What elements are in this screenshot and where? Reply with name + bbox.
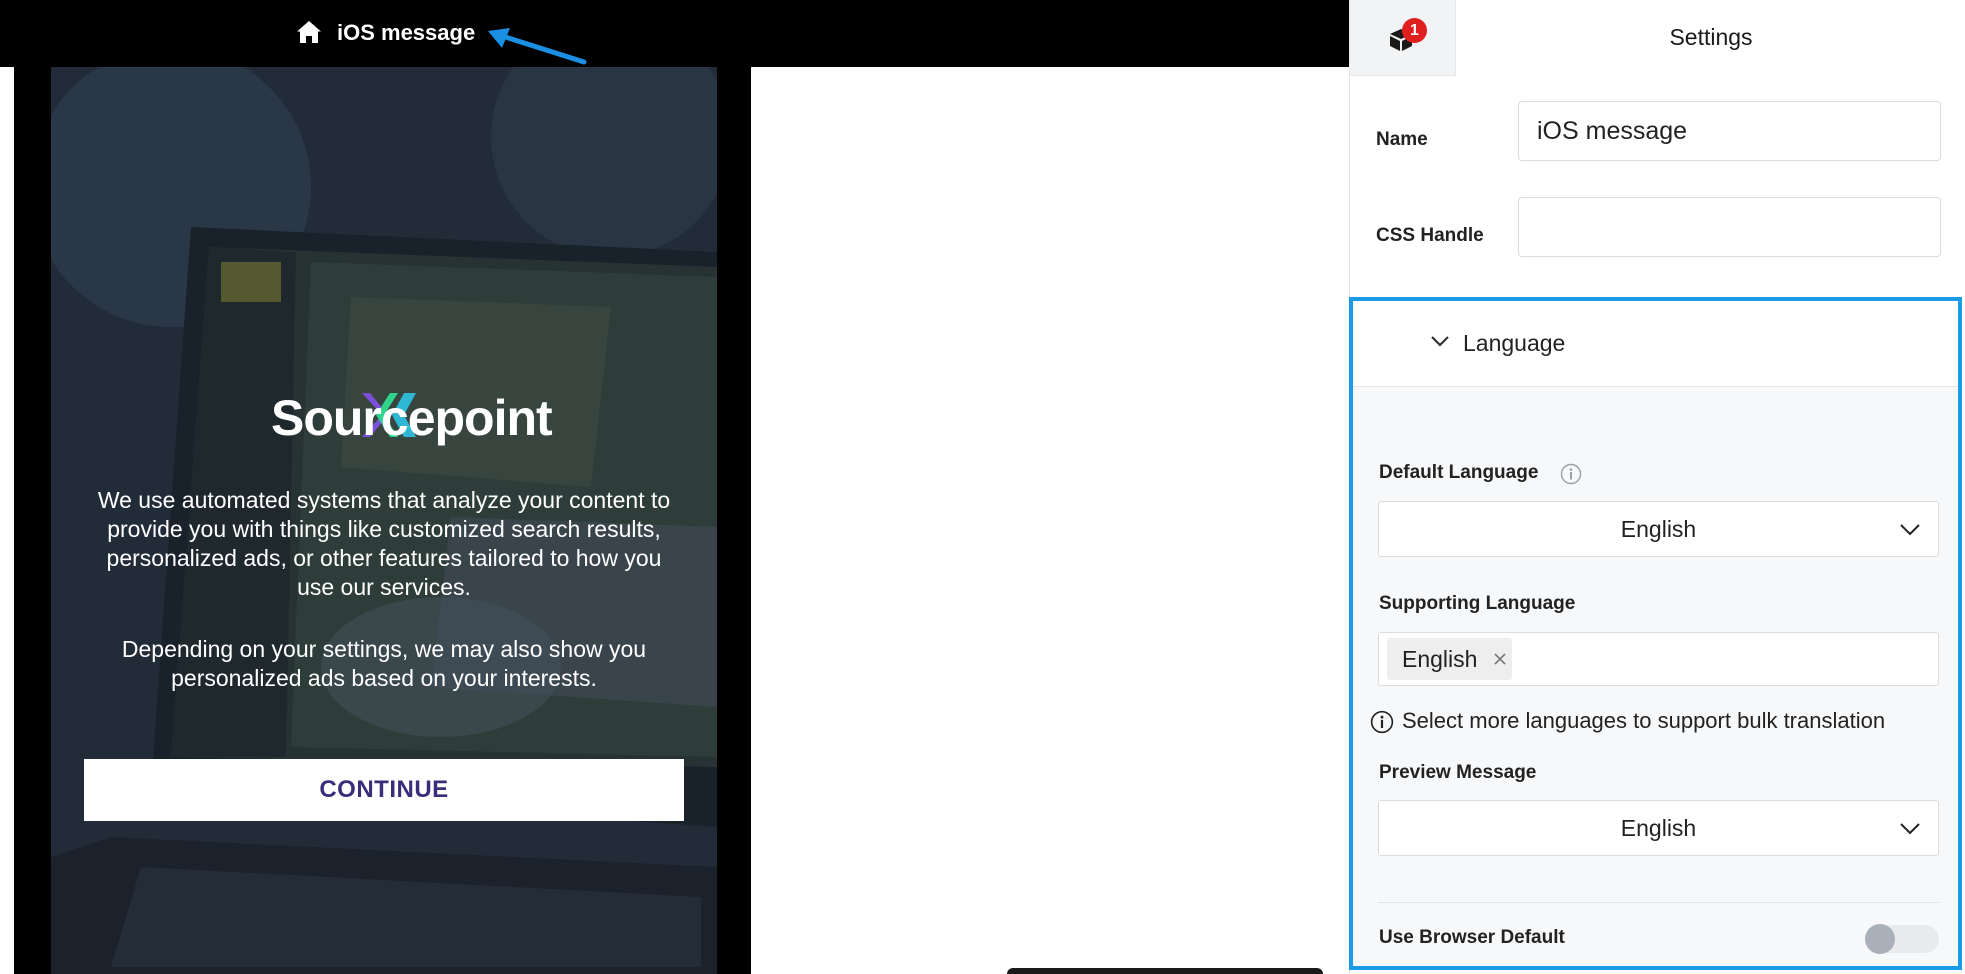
bulk-translation-hint: Select more languages to support bulk tr… bbox=[1402, 708, 1886, 733]
annotation-arrow-icon bbox=[488, 28, 587, 65]
css-handle-label: CSS Handle bbox=[1376, 225, 1484, 246]
close-icon[interactable] bbox=[1493, 652, 1507, 666]
language-chip: English bbox=[1387, 638, 1512, 680]
app-root: iOS message Sourcepoint We use automated… bbox=[0, 0, 1965, 974]
supporting-language-multiselect[interactable]: English bbox=[1378, 632, 1939, 686]
use-browser-default-label: Use Browser Default bbox=[1379, 927, 1565, 948]
preview-message-label: Preview Message bbox=[1379, 762, 1537, 783]
info-icon bbox=[1370, 710, 1394, 734]
section-divider bbox=[1378, 902, 1939, 903]
name-label: Name bbox=[1376, 129, 1428, 150]
notification-badge: 1 bbox=[1402, 18, 1427, 43]
default-language-label: Default Language bbox=[1379, 462, 1539, 483]
preview-message-select[interactable]: English bbox=[1378, 800, 1939, 856]
language-section-title: Language bbox=[1463, 330, 1566, 356]
breadcrumb-bar: iOS message bbox=[0, 0, 1349, 67]
language-section: Language Default Language English Suppor… bbox=[1349, 297, 1962, 970]
chevron-down-icon bbox=[1900, 524, 1920, 536]
continue-button[interactable]: CONTINUE bbox=[84, 759, 684, 821]
breadcrumb-title[interactable]: iOS message bbox=[337, 18, 475, 48]
default-language-value: English bbox=[1620, 516, 1697, 542]
preview-message-value: English bbox=[1620, 815, 1697, 841]
chevron-down-icon bbox=[1900, 823, 1920, 835]
language-chip-label: English bbox=[1402, 646, 1478, 672]
message-preview: Sourcepoint We use automated systems tha… bbox=[51, 67, 717, 974]
logo-text: Sourcepoint bbox=[271, 390, 553, 446]
toggle-knob bbox=[1865, 924, 1895, 954]
supporting-language-label: Supporting Language bbox=[1379, 593, 1576, 614]
message-body-paragraph-2: Depending on your settings, we may also … bbox=[121, 636, 647, 691]
bottom-scroll-handle[interactable] bbox=[1007, 968, 1323, 974]
css-handle-input[interactable] bbox=[1518, 197, 1941, 257]
components-tab[interactable]: 1 bbox=[1350, 0, 1456, 76]
panel-title: Settings bbox=[1669, 24, 1753, 50]
info-icon[interactable] bbox=[1560, 463, 1582, 485]
chevron-down-icon[interactable] bbox=[1429, 333, 1451, 349]
message-body-paragraph-1: We use automated systems that analyze yo… bbox=[97, 487, 671, 600]
home-icon[interactable] bbox=[296, 20, 322, 44]
default-language-select[interactable]: English bbox=[1378, 501, 1939, 557]
language-section-header[interactable]: Language bbox=[1353, 301, 1958, 387]
name-input[interactable] bbox=[1518, 101, 1941, 161]
use-browser-default-toggle[interactable] bbox=[1865, 924, 1939, 954]
